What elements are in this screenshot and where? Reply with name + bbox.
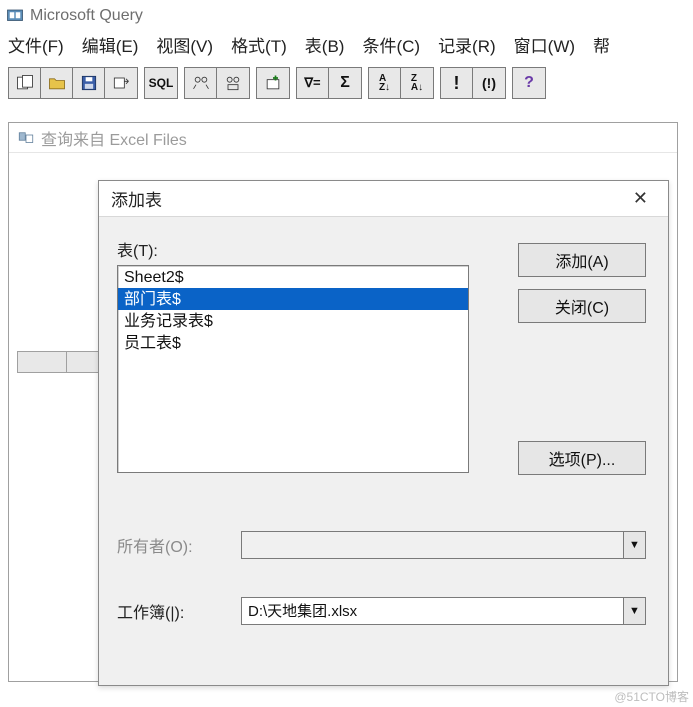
chevron-down-icon: ▼ [623, 532, 645, 558]
totals-button[interactable]: Σ [329, 68, 361, 98]
workbook-label: 工作簿(|): [117, 599, 227, 623]
add-table-dialog: 添加表 ✕ 表(T): Sheet2$部门表$业务记录表$员工表$ 添加(A) … [98, 180, 669, 686]
help-icon: ? [524, 74, 534, 92]
return-icon [111, 73, 131, 93]
sort-asc-button[interactable]: AZ↓ [369, 68, 401, 98]
list-item[interactable]: 业务记录表$ [118, 310, 468, 332]
dialog-title: 添加表 [111, 186, 162, 211]
menu-criteria[interactable]: 条件(C) [362, 32, 420, 57]
dialog-body: 表(T): Sheet2$部门表$业务记录表$员工表$ 添加(A) 关闭(C) … [99, 217, 668, 685]
sort-asc-label: AZ↓ [379, 74, 390, 92]
menu-edit[interactable]: 编辑(E) [82, 32, 139, 57]
list-item[interactable]: Sheet2$ [118, 266, 468, 288]
owner-label: 所有者(O): [117, 533, 227, 557]
list-item[interactable]: 部门表$ [118, 288, 468, 310]
owner-row: 所有者(O): ▼ [117, 531, 646, 559]
menu-table[interactable]: 表(B) [305, 32, 345, 57]
return-data-button[interactable] [105, 68, 137, 98]
menu-view[interactable]: 视图(V) [156, 32, 213, 57]
titlebar: Microsoft Query [0, 0, 693, 28]
add-button[interactable]: 添加(A) [518, 243, 646, 277]
add-table-icon [263, 73, 283, 93]
menu-format[interactable]: 格式(T) [231, 32, 287, 57]
open-icon [47, 73, 67, 93]
app-title: Microsoft Query [30, 7, 143, 25]
toolbar: SQL ∇= Σ AZ↓ ZA↓ ! (!) ? [0, 63, 693, 105]
add-table-button[interactable] [257, 68, 289, 98]
workbook-combobox[interactable]: D:\天地集团.xlsx ▼ [241, 597, 646, 625]
chevron-down-icon[interactable]: ▼ [623, 598, 645, 624]
sql-button[interactable]: SQL [145, 68, 177, 98]
owner-value [242, 532, 623, 558]
sql-label: SQL [149, 76, 174, 90]
dialog-titlebar: 添加表 ✕ [99, 181, 668, 217]
criteria-equals-button[interactable]: ∇= [297, 68, 329, 98]
paren-exclaim-label: (!) [482, 75, 496, 91]
tables-icon [191, 73, 211, 93]
menubar: 文件(F) 编辑(E) 视图(V) 格式(T) 表(B) 条件(C) 记录(R)… [0, 28, 693, 63]
criteria-icon [223, 73, 243, 93]
menu-file[interactable]: 文件(F) [8, 32, 64, 57]
grid-col-stub [18, 352, 67, 372]
sort-desc-label: ZA↓ [411, 74, 423, 92]
exclaim-label: ! [454, 73, 460, 94]
menu-records[interactable]: 记录(R) [438, 32, 496, 57]
watermark: @51CTO博客 [614, 688, 689, 705]
show-criteria-button[interactable] [217, 68, 249, 98]
table-listbox[interactable]: Sheet2$部门表$业务记录表$员工表$ [117, 265, 469, 473]
save-icon [79, 73, 99, 93]
sort-desc-button[interactable]: ZA↓ [401, 68, 433, 98]
show-tables-button[interactable] [185, 68, 217, 98]
options-button[interactable]: 选项(P)... [518, 441, 646, 475]
list-item[interactable]: 员工表$ [118, 332, 468, 354]
new-icon [15, 73, 35, 93]
save-button[interactable] [73, 68, 105, 98]
menu-help[interactable]: 帮 [593, 32, 610, 57]
workbook-value: D:\天地集团.xlsx [242, 598, 623, 624]
child-window-title: 查询来自 Excel Files [41, 126, 187, 150]
child-window-icon [17, 129, 35, 147]
close-button[interactable]: 关闭(C) [518, 289, 646, 323]
help-button[interactable]: ? [513, 68, 545, 98]
filter-eq-label: ∇= [304, 75, 320, 91]
new-query-button[interactable] [9, 68, 41, 98]
dialog-close-button[interactable]: ✕ [625, 186, 656, 211]
owner-combobox: ▼ [241, 531, 646, 559]
query-now-button[interactable]: ! [441, 68, 473, 98]
sigma-label: Σ [340, 74, 350, 92]
workbook-row: 工作簿(|): D:\天地集团.xlsx ▼ [117, 597, 646, 625]
app-icon [6, 7, 24, 25]
child-window-titlebar: 查询来自 Excel Files [9, 123, 677, 153]
open-button[interactable] [41, 68, 73, 98]
auto-query-button[interactable]: (!) [473, 68, 505, 98]
menu-window[interactable]: 窗口(W) [514, 32, 575, 57]
